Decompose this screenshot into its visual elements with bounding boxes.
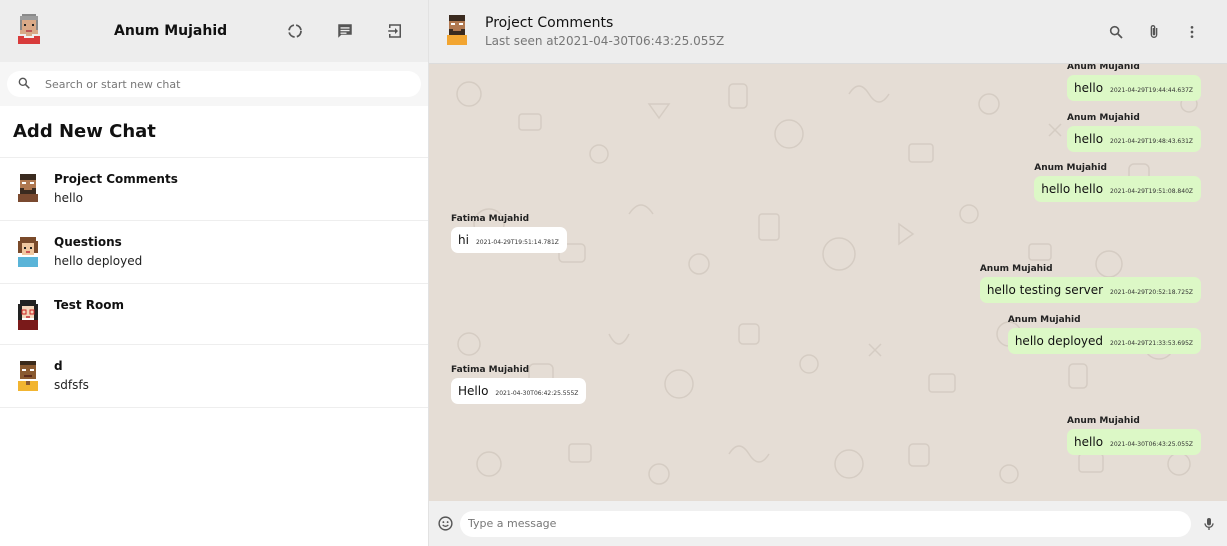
emoji-icon[interactable] [437, 515, 454, 532]
chat-last-message: sdfsfs [54, 378, 89, 392]
message-sender: Anum Mujahid [1007, 315, 1081, 325]
search-icon[interactable] [1097, 13, 1135, 51]
more-icon[interactable] [1173, 13, 1211, 51]
message: Anum Mujahid hello hello 2021-04-29T19:5… [1034, 163, 1201, 202]
avatar-man-dark [16, 361, 40, 395]
search-icon [17, 75, 31, 94]
message-sender: Anum Mujahid [1067, 64, 1140, 72]
chat-header-actions [1097, 13, 1211, 51]
message-time: 2021-04-30T06:42:25.555Z [495, 390, 579, 397]
message-time: 2021-04-29T20:52:18.725Z [1110, 289, 1193, 296]
chat-footer [429, 501, 1227, 546]
message-time: 2021-04-29T19:48:43.631Z [1110, 138, 1193, 145]
message-bubble[interactable]: hello testing server 2021-04-29T20:52:18… [979, 277, 1201, 303]
chat-title: Questions [54, 235, 122, 249]
message-sender: Anum Mujahid [1034, 163, 1107, 173]
avatar-woman-glasses [16, 300, 40, 334]
add-new-chat[interactable]: Add New Chat [0, 106, 428, 158]
chat-title: d [54, 359, 63, 373]
avatar-bearded-man [16, 174, 40, 206]
chat-header: Project Comments Last seen at2021-04-30T… [429, 0, 1227, 64]
logout-icon[interactable] [376, 12, 414, 50]
message-time: 2021-04-29T19:44:44.637Z [1110, 87, 1193, 94]
avatar-woman-blue [16, 237, 40, 271]
chat-avatar[interactable] [445, 14, 469, 49]
message-bubble[interactable]: hello 2021-04-30T06:43:25.055Z [1067, 429, 1201, 455]
sidebar: Anum Mujahid Add New Chat [0, 0, 429, 546]
message-text: Hello [458, 384, 489, 398]
sidebar-header-actions [276, 12, 414, 50]
message-time: 2021-04-29T21:33:53.695Z [1110, 340, 1193, 347]
message: Anum Mujahid hello deployed 2021-04-29T2… [1007, 315, 1201, 354]
message-time: 2021-04-29T19:51:08.840Z [1110, 188, 1193, 195]
chat-list-item[interactable]: d sdfsfs [0, 345, 428, 408]
message-input[interactable] [468, 517, 1183, 530]
chat-list-item[interactable]: Questions hello deployed [0, 221, 428, 284]
search-box [7, 71, 421, 97]
chat-last-message: hello [54, 191, 83, 205]
message: Anum Mujahid hello testing server 2021-0… [979, 264, 1201, 303]
chat-info: Test Room [54, 298, 124, 317]
message-bubble[interactable]: hi 2021-04-29T19:51:14.781Z [451, 227, 567, 253]
message-input-wrap [460, 510, 1191, 537]
message-sender: Anum Mujahid [979, 264, 1053, 274]
message: Anum Mujahid hello 2021-04-29T19:44:44.6… [1067, 64, 1201, 101]
message-time: 2021-04-30T06:43:25.055Z [1110, 441, 1193, 448]
user-avatar[interactable] [16, 14, 42, 48]
search-input[interactable] [45, 77, 411, 91]
chat-info: Project Comments hello [54, 172, 178, 205]
message-bubble[interactable]: hello 2021-04-29T19:48:43.631Z [1067, 126, 1201, 152]
message-bubble[interactable]: hello deployed 2021-04-29T21:33:53.695Z [1007, 328, 1201, 354]
attach-icon[interactable] [1135, 13, 1173, 51]
message-text: hello [1074, 435, 1104, 449]
message-sender: Anum Mujahid [1067, 416, 1140, 426]
message-text: hello [1074, 81, 1104, 95]
message: Fatima Mujahid Hello 2021-04-30T06:42:25… [451, 365, 587, 404]
message-bubble[interactable]: hello hello 2021-04-29T19:51:08.840Z [1034, 176, 1201, 202]
chat-last-message: hello deployed [54, 254, 143, 268]
user-name: Anum Mujahid [114, 23, 228, 39]
chat-panel: Project Comments Last seen at2021-04-30T… [429, 0, 1227, 546]
message: Fatima Mujahid hi 2021-04-29T19:51:14.78… [451, 214, 567, 253]
message: Anum Mujahid hello 2021-04-30T06:43:25.0… [1067, 416, 1201, 455]
message-bubble[interactable]: Hello 2021-04-30T06:42:25.555Z [451, 378, 587, 404]
last-seen: Last seen at2021-04-30T06:43:25.055Z [485, 34, 725, 48]
message-sender: Anum Mujahid [1067, 113, 1140, 123]
chat-title: Project Comments [54, 172, 178, 186]
app: Anum Mujahid Add New Chat [0, 0, 1227, 546]
mic-icon[interactable] [1201, 515, 1217, 533]
message-text: hello [1074, 132, 1104, 146]
status-icon[interactable] [276, 12, 314, 50]
search-bar [0, 62, 428, 106]
chat-list-item[interactable]: Test Room [0, 284, 428, 345]
message-sender: Fatima Mujahid [451, 214, 530, 224]
message-bubble[interactable]: hello 2021-04-29T19:44:44.637Z [1067, 75, 1201, 101]
message-time: 2021-04-29T19:51:14.781Z [475, 239, 559, 246]
messages-area[interactable]: Anum Mujahid hello 2021-04-29T19:44:44.6… [429, 64, 1227, 501]
chat-meta: Project Comments Last seen at2021-04-30T… [485, 15, 1097, 48]
message-text: hi [458, 233, 469, 247]
message-text: hello testing server [986, 283, 1104, 297]
message: Anum Mujahid hello 2021-04-29T19:48:43.6… [1067, 113, 1201, 152]
message-sender: Fatima Mujahid [451, 365, 530, 375]
chat-header-title: Project Comments [485, 15, 614, 31]
chat-title: Test Room [54, 298, 125, 312]
chat-list-item[interactable]: Project Comments hello [0, 158, 428, 221]
message-text: hello hello [1041, 182, 1104, 196]
chat-info: d sdfsfs [54, 359, 89, 392]
message-text: hello deployed [1014, 334, 1104, 348]
chat-info: Questions hello deployed [54, 235, 142, 268]
sidebar-header: Anum Mujahid [0, 0, 428, 62]
new-chat-icon[interactable] [326, 12, 364, 50]
